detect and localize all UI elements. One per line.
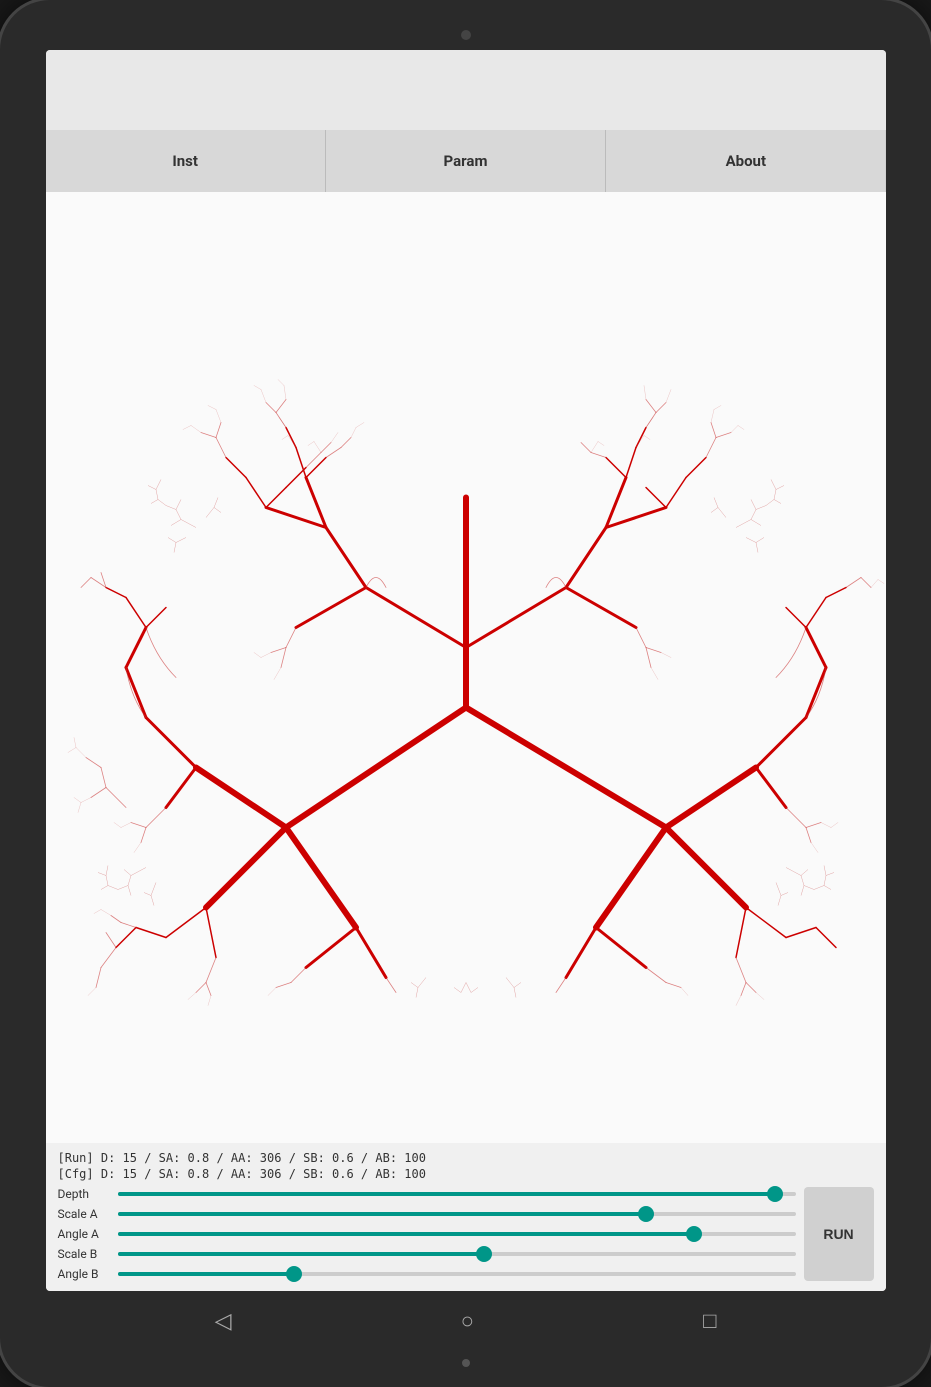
slider-label-depth: Depth (58, 1187, 110, 1201)
slider-track-angle-b[interactable] (118, 1272, 796, 1276)
slider-track-scale-a[interactable] (118, 1212, 796, 1216)
slider-fill-scale-b (118, 1252, 484, 1256)
slider-label-angle-a: Angle A (58, 1227, 110, 1241)
tab-inst[interactable]: Inst (46, 130, 326, 192)
slider-fill-depth (118, 1192, 776, 1196)
slider-thumb-scale-b[interactable] (476, 1246, 492, 1262)
slider-row-angle-b: Angle B (58, 1267, 796, 1281)
fractal-display: .branch-main { stroke: #cc0000; stroke-w… (46, 192, 886, 1143)
slider-track-angle-a[interactable] (118, 1232, 796, 1236)
slider-thumb-depth[interactable] (767, 1186, 783, 1202)
slider-thumb-angle-b[interactable] (286, 1266, 302, 1282)
slider-label-scale-b: Scale B (58, 1247, 110, 1261)
slider-row-angle-a: Angle A (58, 1227, 796, 1241)
slider-track-depth[interactable] (118, 1192, 796, 1196)
recent-button[interactable]: □ (703, 1308, 716, 1334)
back-button[interactable]: ◁ (215, 1309, 232, 1334)
slider-label-angle-b: Angle B (58, 1267, 110, 1281)
slider-thumb-angle-a[interactable] (686, 1226, 702, 1242)
slider-fill-scale-a (118, 1212, 647, 1216)
slider-thumb-scale-a[interactable] (638, 1206, 654, 1222)
bottom-panel: [Run] D: 15 / SA: 0.8 / AA: 306 / SB: 0.… (46, 1143, 886, 1291)
camera-dot (461, 30, 471, 40)
run-button[interactable]: RUN (804, 1187, 874, 1281)
tab-bar: Inst Param About (46, 130, 886, 192)
slider-label-scale-a: Scale A (58, 1207, 110, 1221)
top-bar (46, 50, 886, 130)
home-button[interactable]: ○ (461, 1308, 474, 1334)
slider-row-depth: Depth (58, 1187, 796, 1201)
run-status: [Run] D: 15 / SA: 0.8 / AA: 306 / SB: 0.… (58, 1151, 874, 1165)
tablet-screen: Inst Param About .branch-main { stroke: … (46, 50, 886, 1291)
tablet: Inst Param About .branch-main { stroke: … (0, 0, 931, 1387)
sliders-section: Depth Scale A (58, 1187, 796, 1281)
slider-row-scale-a: Scale A (58, 1207, 796, 1221)
tab-about[interactable]: About (606, 130, 885, 192)
home-indicator (462, 1359, 470, 1367)
nav-bar: ◁ ○ □ (20, 1291, 911, 1351)
slider-fill-angle-b (118, 1272, 294, 1276)
tab-param[interactable]: Param (326, 130, 606, 192)
slider-fill-angle-a (118, 1232, 694, 1236)
slider-row-scale-b: Scale B (58, 1247, 796, 1261)
cfg-status: [Cfg] D: 15 / SA: 0.8 / AA: 306 / SB: 0.… (58, 1167, 874, 1181)
slider-track-scale-b[interactable] (118, 1252, 796, 1256)
